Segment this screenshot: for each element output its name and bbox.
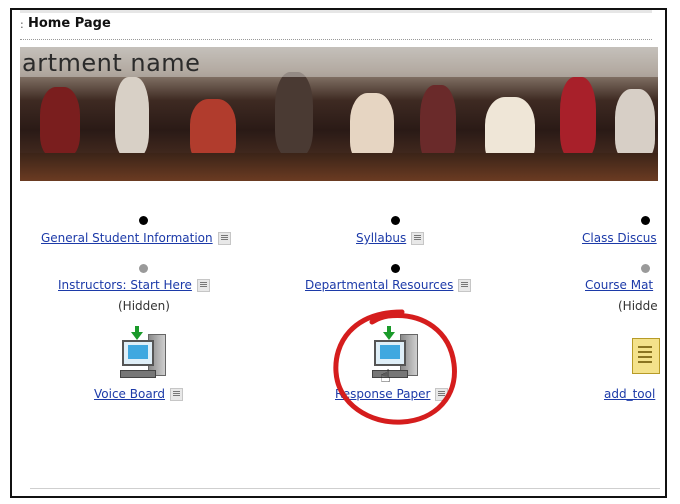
tool-status-bullet (139, 216, 148, 225)
tool-status-bullet (641, 264, 650, 273)
page-title: Home Page (28, 16, 111, 31)
tool-link-add-tool[interactable]: add_tool (604, 387, 655, 401)
dancer-figure (420, 85, 456, 163)
tool-menu-icon[interactable] (411, 232, 425, 245)
header-dotted-line (20, 39, 652, 40)
red-highlight-circle (333, 309, 457, 425)
tool-add-tool: add_tool (604, 387, 658, 401)
tool-status-bullet (139, 264, 148, 273)
tool-course-materials: Course Mat (585, 278, 658, 292)
header-marker: : (20, 18, 24, 31)
tool-voice-board: Voice Board (94, 387, 214, 401)
hidden-status-label: (Hidden) (118, 299, 170, 313)
tool-instructors-start-here: Instructors: Start Here (58, 278, 238, 292)
tool-link-general-student-information[interactable]: General Student Information (41, 231, 213, 245)
download-computer-icon[interactable] (120, 326, 166, 378)
tool-status-bullet (391, 264, 400, 273)
tool-link-syllabus[interactable]: Syllabus (356, 231, 406, 245)
dancer-figure (615, 89, 655, 161)
tool-link-class-discussion[interactable]: Class Discus (582, 231, 657, 245)
bottom-divider (30, 488, 660, 489)
tool-general-student-information: General Student Information (41, 231, 251, 245)
tool-menu-icon[interactable] (196, 279, 210, 292)
tool-link-voice-board[interactable]: Voice Board (94, 387, 165, 401)
page-header: : Home Page (20, 14, 652, 40)
tool-status-bullet (391, 216, 400, 225)
tool-menu-icon[interactable] (170, 388, 184, 401)
top-divider (20, 10, 652, 13)
tool-departmental-resources: Departmental Resources (305, 278, 495, 292)
tool-link-instructors-start-here[interactable]: Instructors: Start Here (58, 278, 192, 292)
red-highlight-stroke (333, 309, 457, 425)
tool-menu-icon[interactable] (217, 232, 231, 245)
stage-floor (20, 153, 658, 181)
document-icon[interactable] (632, 338, 660, 374)
tool-menu-icon[interactable] (458, 279, 472, 292)
department-banner: artment name (20, 47, 658, 181)
dancer-figure (560, 77, 596, 159)
banner-title: artment name (22, 49, 201, 77)
tool-class-discussion: Class Discus (582, 231, 658, 245)
dancer-figure (40, 87, 80, 157)
tool-link-course-materials[interactable]: Course Mat (585, 278, 653, 292)
tool-syllabus: Syllabus (356, 231, 446, 245)
dancer-figure (275, 72, 313, 156)
tool-status-bullet (641, 216, 650, 225)
dancer-figure (115, 77, 149, 157)
hidden-status-label: (Hidde (618, 299, 658, 313)
tool-link-departmental-resources[interactable]: Departmental Resources (305, 278, 453, 292)
